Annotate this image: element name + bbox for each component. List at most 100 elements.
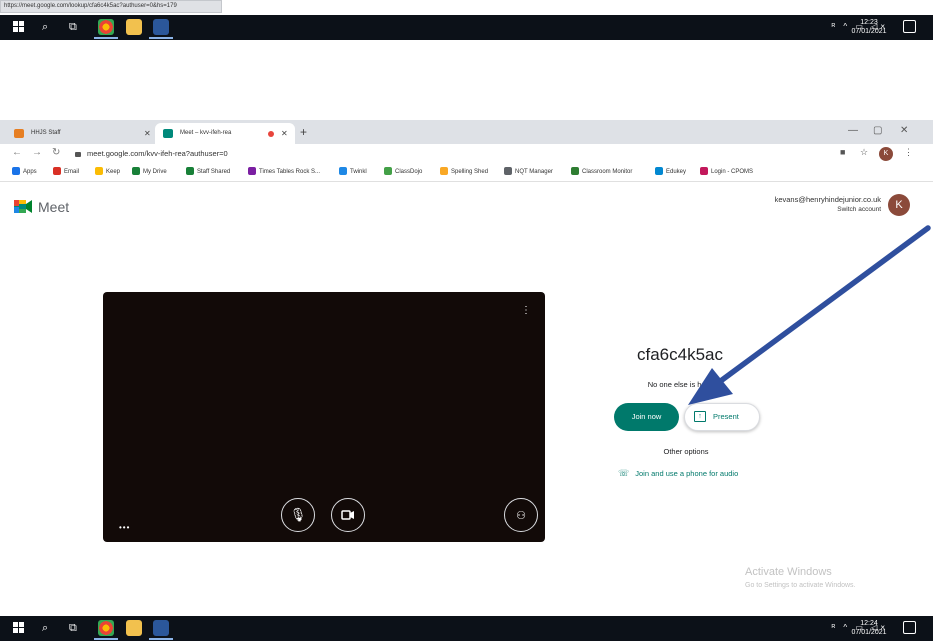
search-icon[interactable]: ⌕ <box>42 20 48 34</box>
notification-icon[interactable] <box>903 621 916 634</box>
ttrs-icon <box>248 167 256 176</box>
status-url-tooltip: https://meet.google.com/lookup/cfa6c4k5a… <box>0 0 222 13</box>
visual-effects-icon: ⚇ <box>516 510 526 522</box>
bookmark-classroom-monitor[interactable]: Classroom Monitor <box>571 164 632 181</box>
bookmark-label: ClassDojo <box>395 169 423 175</box>
bookmark-my-drive[interactable]: My Drive <box>132 164 167 181</box>
task-view-icon[interactable]: ⧉ <box>69 20 77 34</box>
chrome-menu-icon[interactable]: ⋮ <box>904 147 913 158</box>
present-button[interactable]: ↑ Present <box>684 403 760 431</box>
maximize-icon[interactable]: ▢ <box>873 122 882 140</box>
bookmark-staff-shared[interactable]: Staff Shared <box>186 164 230 181</box>
present-label: Present <box>713 412 739 421</box>
bookmark-cpoms[interactable]: Login - CPOMS <box>700 164 753 181</box>
tab-label: Meet – kvv-ifeh-rea <box>180 130 232 136</box>
microphone-button[interactable]: 🎙 <box>281 498 315 532</box>
new-tab-button[interactable]: + <box>300 123 307 141</box>
account-info: kevans@henryhindejunior.co.uk Switch acc… <box>700 195 881 215</box>
browser-toolbar: ← → ↻ meet.google.com/kvv-ifeh-rea?authu… <box>0 144 933 164</box>
windows-start-icon[interactable] <box>13 21 25 33</box>
recording-dot-icon <box>268 131 274 137</box>
twinkl-icon <box>339 167 347 176</box>
windows-start-icon[interactable] <box>13 622 25 634</box>
browser-tab-strip: HHJS Staff ✕ Meet – kvv-ifeh-rea ✕ <box>0 120 933 144</box>
bookmark-label: Apps <box>23 169 37 175</box>
file-explorer-icon[interactable] <box>126 620 142 636</box>
bookmark-twinkl[interactable]: Twinkl <box>339 164 367 181</box>
bookmark-classdojo[interactable]: ClassDojo <box>384 164 422 181</box>
visual-effects-button[interactable]: ⚇ <box>504 498 538 532</box>
bookmark-keep[interactable]: Keep <box>95 164 120 181</box>
notification-icon[interactable] <box>903 20 916 33</box>
search-icon[interactable]: ⌕ <box>42 621 48 635</box>
meet-logo-text: Meet <box>38 199 70 215</box>
close-tab-icon[interactable]: ✕ <box>144 123 151 144</box>
other-options-heading: Other options <box>663 447 709 456</box>
classdojo-icon <box>384 167 392 176</box>
bookmark-spelling-shed[interactable]: Spelling Shed <box>440 164 488 181</box>
cpoms-icon <box>700 167 708 176</box>
hhjs-favicon-icon <box>14 129 24 138</box>
word-app-icon[interactable] <box>149 19 173 39</box>
classroom-monitor-icon <box>571 167 579 176</box>
bookmark-label: Twinkl <box>350 169 367 175</box>
join-now-button[interactable]: Join now <box>614 403 679 431</box>
bookmark-apps[interactable]: Apps <box>12 164 37 181</box>
reload-icon[interactable]: ↻ <box>52 147 60 158</box>
bookmark-email[interactable]: Email <box>53 164 79 181</box>
account-email: kevans@henryhindejunior.co.uk <box>774 195 881 204</box>
bookmark-star-icon[interactable]: ☆ <box>860 147 868 158</box>
bookmark-times-tables[interactable]: Times Tables Rock S... <box>248 164 320 181</box>
camera-indicator-icon[interactable]: ■ <box>840 147 845 157</box>
camera-preview: ⋮ ••• 🎙 ⚇ <box>103 292 545 542</box>
taskbar-bottom: ⌕ ⧉ ᴿ ^ ▭ ◁× 12:24 07/01/2021 <box>0 616 933 641</box>
back-icon[interactable]: ← <box>12 147 22 158</box>
drive-icon <box>186 167 194 176</box>
nqt-manager-icon <box>504 167 512 176</box>
drive-icon <box>132 167 140 176</box>
activate-title: Activate Windows <box>745 566 832 578</box>
bookmark-label: Staff Shared <box>197 169 231 175</box>
bookmark-label: Email <box>64 169 80 175</box>
account-avatar[interactable]: K <box>888 194 910 216</box>
taskbar-clock[interactable]: 12:24 07/01/2021 <box>845 619 893 637</box>
bookmark-label: Times Tables Rock S... <box>259 169 321 175</box>
microphone-icon: 🎙 <box>289 507 307 522</box>
chrome-app-icon[interactable] <box>94 19 118 39</box>
switch-account-link[interactable]: Switch account <box>700 205 881 215</box>
address-bar[interactable]: meet.google.com/kvv-ifeh-rea?authuser=0 <box>75 147 335 161</box>
participant-status: No one else is here <box>647 380 713 389</box>
camera-button[interactable] <box>331 498 365 532</box>
taskbar-clock[interactable]: 12:23 07/01/2021 <box>845 18 893 36</box>
minimize-icon[interactable]: — <box>848 122 858 140</box>
close-window-icon[interactable]: ✕ <box>900 122 908 140</box>
chrome-app-icon[interactable] <box>94 620 118 640</box>
profile-avatar[interactable]: K <box>879 147 893 161</box>
phone-audio-label: Join and use a phone for audio <box>635 469 739 478</box>
keep-icon <box>95 167 103 176</box>
bookmark-label: Edukey <box>666 169 687 175</box>
close-tab-icon[interactable]: ✕ <box>281 123 288 144</box>
more-options-icon[interactable]: ⋮ <box>521 306 531 316</box>
task-view-icon[interactable]: ⧉ <box>69 621 77 635</box>
tab-label: HHJS Staff <box>31 130 61 136</box>
taskbar-top: ⌕ ⧉ ᴿ ^ ▭ ◁× 12:23 07/01/2021 <box>0 15 933 40</box>
phone-audio-link[interactable]: ☏ Join and use a phone for audio <box>618 468 738 479</box>
edukey-icon <box>655 167 663 176</box>
file-explorer-icon[interactable] <box>126 19 142 35</box>
camera-icon <box>341 510 354 520</box>
bookmark-label: NQT Manager <box>515 169 553 175</box>
present-icon: ↑ <box>694 411 706 422</box>
meeting-code: cfa6c4k5ac <box>637 345 723 364</box>
bookmark-edukey[interactable]: Edukey <box>655 164 686 181</box>
lock-icon <box>75 151 81 157</box>
tab-meet[interactable]: Meet – kvv-ifeh-rea ✕ <box>155 123 295 144</box>
tab-hhjs-staff[interactable]: HHJS Staff ✕ <box>6 123 154 144</box>
bookmark-label: Login - CPOMS <box>711 169 754 175</box>
bookmark-label: Classroom Monitor <box>582 169 633 175</box>
bookmark-nqt-manager[interactable]: NQT Manager <box>504 164 553 181</box>
forward-icon[interactable]: → <box>32 147 42 158</box>
word-app-icon[interactable] <box>149 620 173 640</box>
activate-subtitle: Go to Settings to activate Windows. <box>745 582 856 589</box>
meet-camera-logo-icon <box>14 200 32 213</box>
